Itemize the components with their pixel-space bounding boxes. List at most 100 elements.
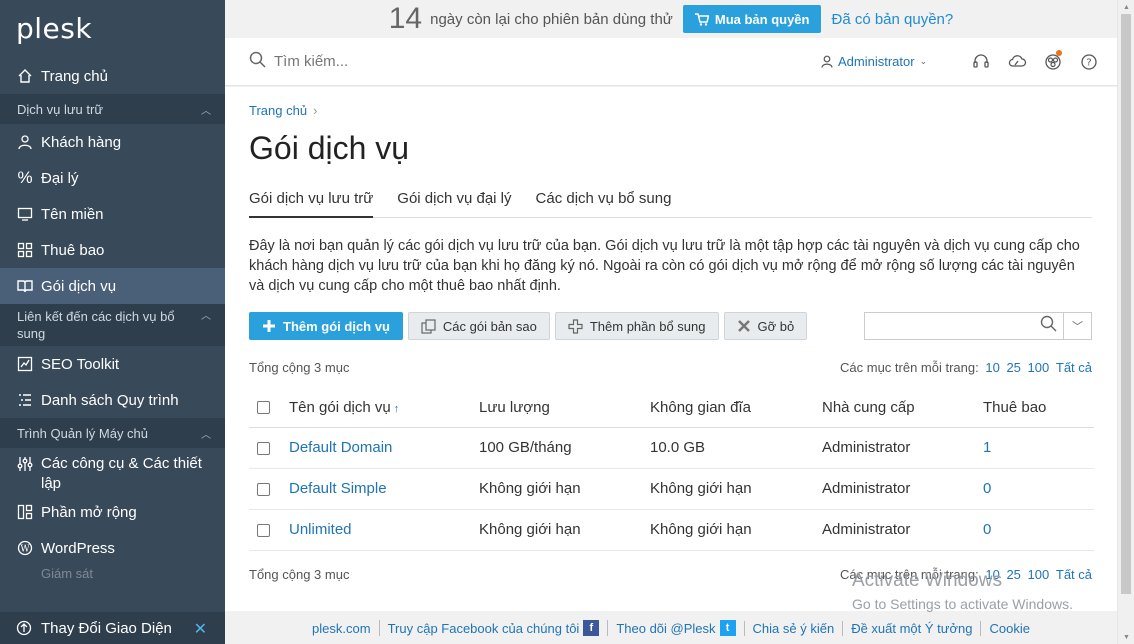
- search-input[interactable]: Tìm kiếm...: [225, 51, 785, 72]
- add-addon-button[interactable]: Thêm phần bổ sung: [554, 312, 719, 340]
- subscriptions-link[interactable]: 0: [983, 521, 991, 538]
- copy-plans-button[interactable]: Các gói bản sao: [407, 312, 550, 340]
- cloud-icon[interactable]: [999, 53, 1035, 71]
- subscriptions-link[interactable]: 1: [983, 439, 991, 456]
- row-checkbox[interactable]: [257, 441, 270, 455]
- twitter-icon: t: [719, 620, 736, 636]
- sidebar-item-label: Trang chủ: [41, 67, 108, 85]
- sidebar-item-wordpress[interactable]: W WordPress: [0, 530, 225, 566]
- sidebar-item-customers[interactable]: Khách hàng: [0, 124, 225, 160]
- vertical-scrollbar[interactable]: ▲ ▼: [1117, 0, 1134, 644]
- sidebar-item-seo-toolkit[interactable]: SEO Toolkit: [0, 346, 225, 382]
- help-icon[interactable]: ?: [1071, 53, 1107, 71]
- select-all-checkbox[interactable]: [257, 401, 270, 415]
- copy-icon: [421, 318, 436, 334]
- sidebar-item-extensions[interactable]: Phần mở rộng: [0, 494, 225, 530]
- per-page-10[interactable]: 10: [985, 360, 999, 375]
- filter-input[interactable]: [864, 312, 1064, 340]
- sidebar-item-label: Khách hàng: [41, 133, 122, 151]
- column-header-provider[interactable]: Nhà cung cấp: [822, 388, 983, 428]
- sidebar-item-monitoring[interactable]: Giám sát: [0, 566, 225, 580]
- change-view-item[interactable]: Thay Đổi Giao Diện ✕: [0, 612, 225, 644]
- column-header-disk[interactable]: Không gian đĩa: [650, 388, 822, 428]
- sidebar-item-label: Đại lý: [41, 169, 79, 187]
- sidebar-item-service-plans[interactable]: Gói dịch vụ: [0, 268, 225, 304]
- plan-name-link[interactable]: Default Simple: [289, 480, 387, 497]
- per-page-all[interactable]: Tất cả: [1056, 360, 1092, 375]
- row-checkbox-cell: [249, 468, 289, 510]
- table-row: Default Simple Không giới hạn Không giới…: [249, 468, 1094, 510]
- support-icon[interactable]: [963, 53, 999, 71]
- plan-name-link[interactable]: Unlimited: [289, 521, 352, 538]
- total-count: Tổng cộng 3 mục: [249, 566, 350, 582]
- sidebar-item-tools[interactable]: Các công cụ & Các thiết lập: [0, 448, 225, 494]
- plesk-logo[interactable]: plesk: [0, 0, 225, 58]
- footer-link-facebook[interactable]: Truy cập Facebook của chúng tôi f: [378, 620, 608, 636]
- sidebar-item-subscriptions[interactable]: Thuê bao: [0, 232, 225, 268]
- scroll-down-icon[interactable]: ▼: [1118, 630, 1134, 644]
- search-icon: [249, 51, 266, 72]
- breadcrumb-home-link[interactable]: Trang chủ: [249, 103, 307, 118]
- close-icon[interactable]: ✕: [194, 619, 207, 639]
- svg-text:?: ?: [1086, 57, 1091, 68]
- list-icon: [16, 391, 34, 409]
- chevron-up-icon: ︿: [201, 311, 211, 322]
- monitor-icon: [16, 205, 34, 223]
- copy-plans-label: Các gói bản sao: [442, 318, 537, 334]
- footer-link-twitter[interactable]: Theo dõi @Plesk t: [607, 620, 743, 636]
- sidebar-item-label: Tên miền: [41, 205, 104, 223]
- page-description: Đây là nơi bạn quản lý các gói dịch vụ l…: [249, 238, 1080, 294]
- section-hosting[interactable]: Dịch vụ lưu trữ ︿: [0, 94, 225, 124]
- filter-dropdown-button[interactable]: ﹀: [1064, 312, 1092, 340]
- chevron-down-icon: ﹀: [1072, 321, 1083, 333]
- column-header-name[interactable]: Tên gói dịch vụ ↑: [289, 388, 479, 428]
- row-checkbox-cell: [249, 509, 289, 551]
- per-page-all[interactable]: Tất cả: [1056, 567, 1092, 582]
- main-content: Trang chủ › Gói dịch vụ Gói dịch vụ lưu t…: [225, 87, 1117, 611]
- footer-link-idea[interactable]: Đề xuất một Ý tưởng: [842, 620, 980, 636]
- footer-link-feedback[interactable]: Chia sẻ ý kiến: [743, 620, 843, 636]
- toolbar: Thêm gói dịch vụ Các gói bản sao Thêm ph…: [249, 312, 1092, 340]
- sidebar-item-resellers[interactable]: % Đại lý: [0, 160, 225, 196]
- tab-reseller-plans[interactable]: Gói dịch vụ đại lý: [397, 190, 511, 218]
- sidebar-item-domains[interactable]: Tên miền: [0, 196, 225, 232]
- section-links[interactable]: Liên kết đến các dịch vụ bổ sung ︿: [0, 304, 225, 346]
- column-header-traffic[interactable]: Lưu lượng: [479, 388, 650, 428]
- per-page-100[interactable]: 100: [1028, 567, 1050, 582]
- footer: plesk.com Truy cập Facebook của chúng tô…: [225, 612, 1117, 644]
- trial-message: ngày còn lại cho phiên bản dùng thử: [430, 10, 673, 28]
- per-page-25[interactable]: 25: [1006, 567, 1020, 582]
- tab-addon-plans[interactable]: Các dịch vụ bổ sung: [536, 190, 672, 218]
- per-page-label: Các mục trên mỗi trang:: [840, 360, 979, 375]
- community-icon[interactable]: [1035, 49, 1071, 71]
- traffic-cell: Không giới hạn: [479, 468, 650, 510]
- footer-link-cookie[interactable]: Cookie: [980, 620, 1037, 636]
- user-menu[interactable]: Administrator ⌄: [821, 54, 927, 69]
- section-server[interactable]: Trình Quản lý Máy chủ ︿: [0, 418, 225, 448]
- disk-cell: Không giới hạn: [650, 468, 822, 510]
- section-label: Dịch vụ lưu trữ: [17, 101, 104, 117]
- subscriptions-link[interactable]: 0: [983, 480, 991, 497]
- per-page-100[interactable]: 100: [1028, 360, 1050, 375]
- top-bar: Tìm kiếm... Administrator ⌄ ?: [225, 38, 1117, 86]
- plan-name-link[interactable]: Default Domain: [289, 439, 392, 456]
- scroll-thumb[interactable]: [1121, 14, 1131, 594]
- buy-license-button[interactable]: Mua bản quyền: [682, 5, 822, 33]
- add-plan-button[interactable]: Thêm gói dịch vụ: [249, 312, 403, 340]
- tab-hosting-plans[interactable]: Gói dịch vụ lưu trữ: [249, 190, 374, 218]
- have-license-link[interactable]: Đã có bản quyền?: [831, 11, 953, 28]
- row-checkbox-cell: [249, 427, 289, 469]
- per-page-25[interactable]: 25: [1006, 360, 1020, 375]
- book-icon: [16, 277, 34, 295]
- remove-button[interactable]: Gỡ bỏ: [723, 312, 808, 340]
- footer-link-plesk[interactable]: plesk.com: [304, 621, 379, 636]
- sidebar-item-workflows[interactable]: Danh sách Quy trình: [0, 382, 225, 418]
- column-header-subscriptions[interactable]: Thuê bao: [983, 388, 1094, 428]
- sidebar-item-home[interactable]: Trang chủ: [0, 58, 225, 94]
- scroll-up-icon[interactable]: ▲: [1118, 0, 1134, 14]
- chevron-up-icon: ︿: [201, 429, 211, 441]
- row-checkbox[interactable]: [257, 523, 270, 537]
- tabs: Gói dịch vụ lưu trữ Gói dịch vụ đại lý C…: [249, 190, 1092, 218]
- row-checkbox[interactable]: [257, 482, 270, 496]
- per-page-10[interactable]: 10: [985, 567, 999, 582]
